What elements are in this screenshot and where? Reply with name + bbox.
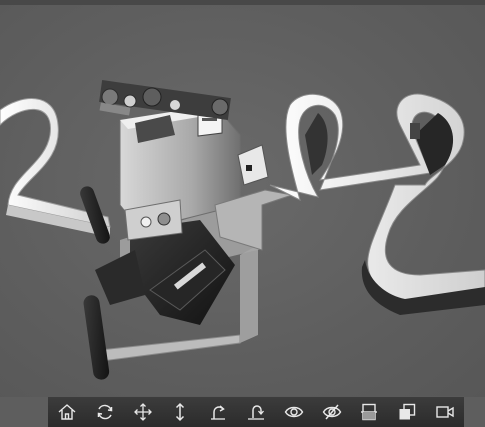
- control-knob[interactable]: [157, 212, 171, 226]
- rotate-button[interactable]: [92, 399, 118, 425]
- show-icon: [284, 406, 304, 418]
- zoom-icon: [176, 402, 185, 422]
- rotate-around-button[interactable]: [205, 399, 231, 425]
- paper-band-right: [269, 93, 485, 304]
- zoom-button[interactable]: [167, 399, 193, 425]
- home-button[interactable]: [54, 399, 80, 425]
- layers-button[interactable]: [394, 399, 420, 425]
- rotate-icon: [97, 404, 113, 420]
- 3d-viewport[interactable]: [0, 5, 485, 397]
- pan-button[interactable]: [130, 399, 156, 425]
- section-icon: [361, 403, 378, 421]
- rotate-floor-icon: [247, 405, 264, 420]
- show-button[interactable]: [281, 399, 307, 425]
- camera-button[interactable]: [432, 399, 458, 425]
- camera-icon: [436, 406, 454, 418]
- home-icon: [58, 404, 76, 420]
- 3d-model-render[interactable]: [0, 5, 485, 397]
- viewer-toolbar: [48, 396, 464, 427]
- pan-icon: [133, 403, 152, 421]
- rotate-floor-button[interactable]: [243, 399, 269, 425]
- rotate-around-icon: [211, 405, 226, 420]
- hide-button[interactable]: [319, 399, 345, 425]
- section-button[interactable]: [356, 399, 382, 425]
- roller-left-lower: [83, 295, 110, 380]
- layers-icon: [399, 403, 416, 420]
- hide-icon: [322, 404, 341, 420]
- machine-base-frame: [99, 334, 241, 362]
